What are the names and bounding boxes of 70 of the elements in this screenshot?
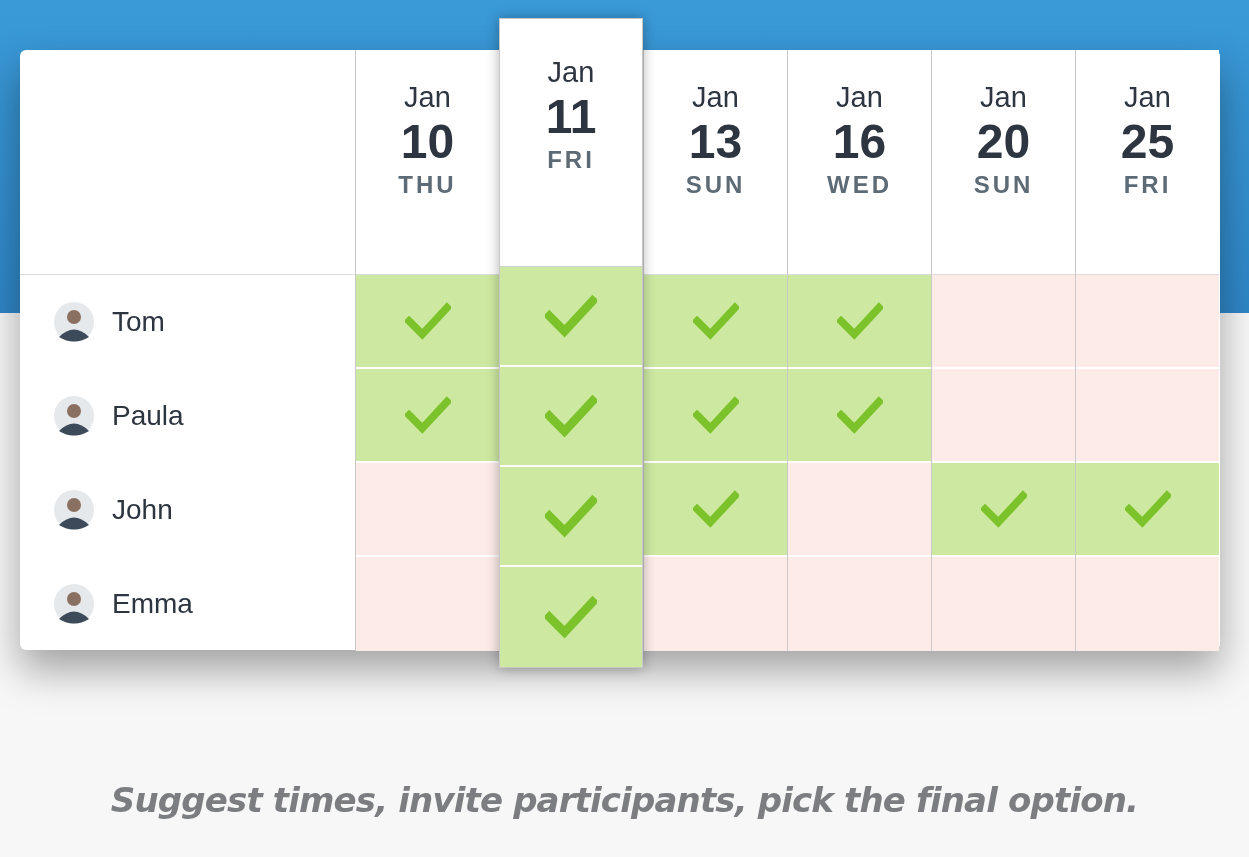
check-icon bbox=[980, 490, 1027, 528]
availability-cell[interactable] bbox=[788, 463, 931, 557]
day-number: 20 bbox=[976, 114, 1031, 170]
availability-cell[interactable] bbox=[644, 463, 787, 557]
availability-cell[interactable] bbox=[356, 369, 499, 463]
availability-cell[interactable] bbox=[500, 567, 642, 667]
date-header[interactable]: Jan 16 WED bbox=[788, 50, 931, 275]
participant-name: John bbox=[112, 492, 173, 527]
month-label: Jan bbox=[692, 80, 739, 114]
availability-cell[interactable] bbox=[932, 463, 1075, 557]
availability-cell[interactable] bbox=[932, 369, 1075, 463]
avatar-icon bbox=[54, 395, 94, 436]
participant-name: Emma bbox=[112, 587, 193, 621]
month-label: Jan bbox=[547, 55, 595, 89]
month-label: Jan bbox=[1124, 80, 1171, 114]
check-icon bbox=[1124, 490, 1171, 528]
avatar-icon bbox=[54, 489, 94, 530]
availability-cell[interactable] bbox=[1076, 463, 1219, 557]
month-label: Jan bbox=[836, 80, 883, 114]
availability-cell[interactable] bbox=[932, 557, 1075, 651]
check-icon bbox=[545, 595, 597, 639]
availability-cell[interactable] bbox=[788, 557, 931, 651]
caption: Suggest times, invite participants, pick the final option. bbox=[110, 779, 1139, 822]
participant-name: Paula bbox=[112, 398, 184, 433]
availability-cell[interactable] bbox=[644, 275, 787, 369]
availability-cell[interactable] bbox=[1076, 557, 1219, 651]
weekday-label: FRI bbox=[547, 145, 595, 175]
check-icon bbox=[404, 302, 451, 340]
day-number: 25 bbox=[1120, 114, 1175, 170]
availability-cell[interactable] bbox=[1076, 369, 1219, 463]
availability-cell[interactable] bbox=[788, 275, 931, 369]
availability-cell[interactable] bbox=[356, 275, 499, 369]
date-header[interactable]: Jan 25 FRI bbox=[1076, 50, 1219, 275]
date-header[interactable]: Jan 10 THU bbox=[356, 50, 499, 275]
month-label: Jan bbox=[980, 80, 1027, 114]
availability-cell[interactable] bbox=[644, 557, 787, 651]
month-label: Jan bbox=[404, 80, 451, 114]
day-number: 13 bbox=[688, 114, 743, 170]
avatar-icon bbox=[54, 301, 94, 342]
check-icon bbox=[404, 396, 451, 434]
availability-cell[interactable] bbox=[500, 267, 642, 367]
availability-cell[interactable] bbox=[500, 467, 642, 567]
weekday-label: WED bbox=[827, 170, 892, 200]
weekday-label: SUN bbox=[685, 170, 746, 200]
availability-cell[interactable] bbox=[500, 367, 642, 467]
check-icon bbox=[545, 494, 597, 538]
availability-cell[interactable] bbox=[932, 275, 1075, 369]
day-number: 10 bbox=[400, 114, 455, 170]
check-icon bbox=[692, 302, 739, 340]
availability-cell[interactable] bbox=[644, 369, 787, 463]
weekday-label: SUN bbox=[973, 170, 1034, 200]
availability-cell[interactable] bbox=[356, 463, 499, 557]
day-number: 16 bbox=[832, 114, 887, 170]
availability-cell[interactable] bbox=[356, 557, 499, 651]
availability-cell[interactable] bbox=[788, 369, 931, 463]
date-header[interactable]: Jan 20 SUN bbox=[932, 50, 1075, 275]
check-icon bbox=[545, 294, 597, 338]
participant-name: Tom bbox=[112, 304, 165, 339]
check-icon bbox=[836, 302, 883, 340]
date-header[interactable]: Jan 13 SUN bbox=[644, 50, 787, 275]
avatar-icon bbox=[54, 584, 94, 624]
date-header[interactable]: Jan 11 FRI bbox=[500, 19, 642, 267]
check-icon bbox=[692, 396, 739, 434]
day-number: 11 bbox=[545, 89, 597, 145]
check-icon bbox=[692, 490, 739, 528]
check-icon bbox=[545, 394, 597, 438]
weekday-label: THU bbox=[398, 170, 457, 200]
check-icon bbox=[836, 396, 883, 434]
weekday-label: FRI bbox=[1123, 170, 1172, 200]
availability-cell[interactable] bbox=[1076, 275, 1219, 369]
